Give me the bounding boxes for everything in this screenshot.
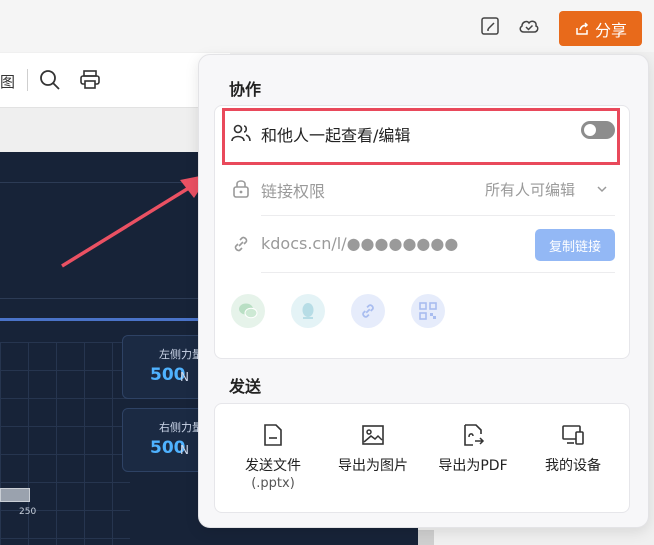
share-panel: 协作 和他人一起查看/编辑 链接权限 所有人可编辑 kdocs.cn/l/●●●…: [198, 54, 649, 528]
toolbar-fragment-label[interactable]: 图: [0, 71, 15, 92]
printer-icon[interactable]: [79, 69, 101, 95]
link-row: kdocs.cn/l/●●●●●●●● 复制链接: [215, 216, 629, 272]
collab-highlight-box: [222, 108, 620, 165]
share-button[interactable]: 分享: [559, 11, 642, 46]
wechat-icon[interactable]: [231, 294, 265, 328]
send-file-button[interactable]: 发送文件 (.pptx): [221, 404, 325, 514]
share-icon: [576, 21, 589, 35]
row-divider: [261, 272, 615, 273]
right-force-unit: N: [180, 443, 189, 457]
export-image-label: 导出为图片: [338, 458, 408, 474]
editor-toolbar: 图: [0, 53, 230, 108]
share-link-text: kdocs.cn/l/●●●●●●●●: [261, 234, 459, 253]
my-devices-label: 我的设备: [545, 458, 601, 474]
collab-title: 协作: [229, 80, 262, 99]
qq-icon[interactable]: [291, 294, 325, 328]
right-force-label: 右侧力量: [159, 421, 203, 434]
link-share-icon[interactable]: [351, 294, 385, 328]
permission-value[interactable]: 所有人可编辑: [485, 179, 575, 200]
scrollbar-track[interactable]: [418, 530, 434, 545]
file-icon: [260, 422, 286, 448]
export-pdf-icon: [460, 422, 486, 448]
lock-icon: [231, 179, 251, 199]
chevron-down-icon: [597, 186, 607, 193]
left-force-unit: N: [180, 370, 189, 384]
search-icon[interactable]: [39, 69, 61, 95]
image-icon: [360, 422, 386, 448]
export-pdf-label: 导出为PDF: [438, 458, 508, 474]
link-icon: [231, 234, 251, 254]
send-file-label: 发送文件: [245, 458, 301, 474]
copy-link-button[interactable]: 复制链接: [535, 229, 615, 261]
send-title: 发送: [229, 377, 262, 396]
share-label: 分享: [594, 20, 627, 40]
send-file-format: (.pptx): [251, 476, 295, 491]
cloud-check-icon[interactable]: [517, 14, 541, 38]
edit-doc-icon[interactable]: [478, 14, 502, 38]
share-targets-row: [215, 282, 629, 352]
permission-row[interactable]: 链接权限 所有人可编辑: [215, 162, 629, 216]
qrcode-icon[interactable]: [411, 294, 445, 328]
send-card: 发送文件 (.pptx) 导出为图片 导出为PDF 我的设备: [214, 403, 630, 513]
devices-icon: [560, 422, 586, 448]
toolbar-divider: [27, 69, 28, 91]
permission-label: 链接权限: [261, 182, 326, 201]
slide-bar: [0, 488, 30, 502]
top-bar: 分享: [0, 0, 654, 52]
export-pdf-button[interactable]: 导出为PDF: [421, 404, 525, 514]
my-devices-button[interactable]: 我的设备: [521, 404, 625, 514]
export-image-button[interactable]: 导出为图片: [321, 404, 425, 514]
left-force-label: 左侧力量: [159, 348, 203, 361]
slide-axis-tick: 250: [19, 507, 37, 517]
